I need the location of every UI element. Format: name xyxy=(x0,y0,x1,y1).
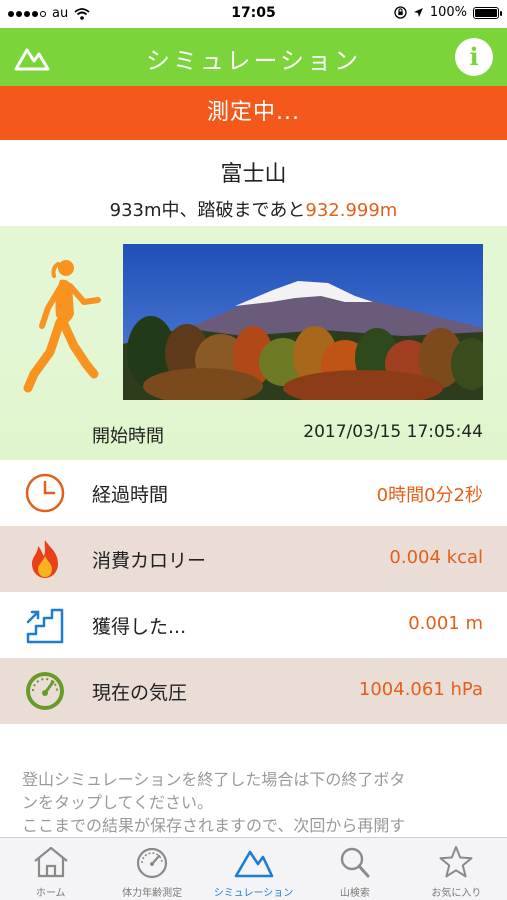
flame-icon xyxy=(32,540,58,578)
hero-section: 開始時間 2017/03/15 17:05:44 xyxy=(0,226,507,460)
tab-favorites[interactable]: お気に入り xyxy=(406,838,507,900)
battery-percent: 100% xyxy=(429,5,467,20)
mountain-photo xyxy=(123,244,483,400)
gauge-icon xyxy=(26,672,64,710)
battery-icon xyxy=(473,6,502,19)
home-icon xyxy=(34,846,68,878)
status-right: 100% xyxy=(394,5,502,20)
clock-icon xyxy=(25,473,65,513)
page-title: シミュレーション xyxy=(145,47,362,75)
search-icon xyxy=(340,847,370,878)
progress-prefix: 933m中、踏破まであと xyxy=(109,200,306,221)
start-time-label: 開始時間 xyxy=(92,426,164,447)
stat-label: 消費カロリー xyxy=(92,550,207,572)
stat-label: 現在の気圧 xyxy=(92,682,188,704)
status-bar: au 17:05 100% xyxy=(0,0,507,28)
stat-value: 1004.061 hPa xyxy=(358,679,483,700)
tab-simulation[interactable]: シミュレーション xyxy=(203,838,304,900)
stat-value: 0時間0分2秒 xyxy=(376,485,483,506)
mountain-icon xyxy=(234,850,273,878)
runner-icon xyxy=(23,260,101,393)
stat-row-gain: 獲得した... 0.001 m xyxy=(0,592,507,658)
tab-label: 体力年齢測定 xyxy=(122,888,183,899)
start-time-value: 2017/03/15 17:05:44 xyxy=(303,422,483,442)
stat-label: 獲得した... xyxy=(92,616,187,638)
measuring-banner: 測定中... xyxy=(0,86,507,140)
tab-mountain-search[interactable]: 山検索 xyxy=(304,838,405,900)
mountain-name: 富士山 xyxy=(220,162,287,187)
orientation-lock-icon xyxy=(394,6,407,19)
tab-label: 山検索 xyxy=(339,888,370,899)
tab-fitness-age[interactable]: 体力年齢測定 xyxy=(101,838,202,900)
stat-row-calories: 消費カロリー 0.004 kcal xyxy=(0,526,507,592)
tab-bar: ホーム 体力年齢測定 シミュレーション 山検索 お気に入り xyxy=(0,837,507,900)
stat-row-elapsed: 経過時間 0時間0分2秒 xyxy=(0,460,507,526)
star-icon xyxy=(439,846,473,878)
tab-home[interactable]: ホーム xyxy=(0,838,101,900)
tab-label: お気に入り xyxy=(431,888,482,899)
stairs-icon xyxy=(26,608,64,644)
tab-label: ホーム xyxy=(35,888,66,899)
stat-value: 0.001 m xyxy=(408,613,483,634)
location-arrow-icon xyxy=(413,8,423,17)
info-button[interactable]: i xyxy=(455,38,493,76)
notice-line: ンをタップしてください。 xyxy=(22,793,214,812)
notice-line: ここまでの結果が保存されますので、次回から再開す xyxy=(22,816,406,835)
stat-value: 0.004 kcal xyxy=(389,547,483,568)
speedometer-icon xyxy=(137,847,168,879)
tab-label: シミュレーション xyxy=(213,888,294,899)
nav-bar: シミュレーション i xyxy=(0,28,507,86)
end-instructions: 登山シミュレーションを終了した場合は下の終了ボタ ンをタップしてください。 ここ… xyxy=(22,768,492,837)
progress-line: 933m中、踏破まであと932.999m xyxy=(0,196,507,222)
stat-row-pressure: 現在の気圧 1004.061 hPa xyxy=(0,658,507,724)
stat-label: 経過時間 xyxy=(92,484,169,506)
notice-line: 登山シミュレーションを終了した場合は下の終了ボタ xyxy=(22,770,406,789)
remaining-distance: 932.999m xyxy=(305,200,398,221)
